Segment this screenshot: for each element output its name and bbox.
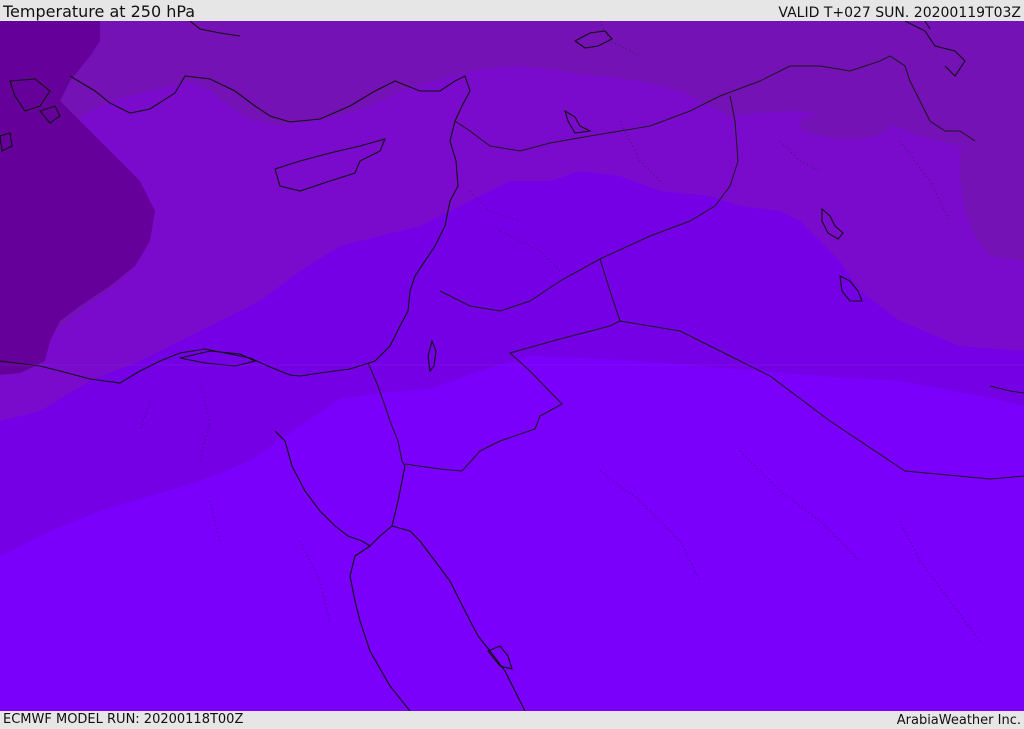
map-canvas bbox=[0, 21, 1024, 711]
header-bar: Temperature at 250 hPa VALID T+027 SUN. … bbox=[0, 0, 1024, 21]
footer-bar: ECMWF MODEL RUN: 20200118T00Z ArabiaWeat… bbox=[0, 711, 1024, 729]
weather-map[interactable] bbox=[0, 21, 1024, 711]
valid-time: VALID T+027 SUN. 20200119T03Z bbox=[778, 5, 1021, 21]
credit-text: ArabiaWeather Inc. bbox=[896, 713, 1021, 728]
map-title: Temperature at 250 hPa bbox=[3, 2, 196, 21]
model-run: ECMWF MODEL RUN: 20200118T00Z bbox=[3, 712, 244, 727]
